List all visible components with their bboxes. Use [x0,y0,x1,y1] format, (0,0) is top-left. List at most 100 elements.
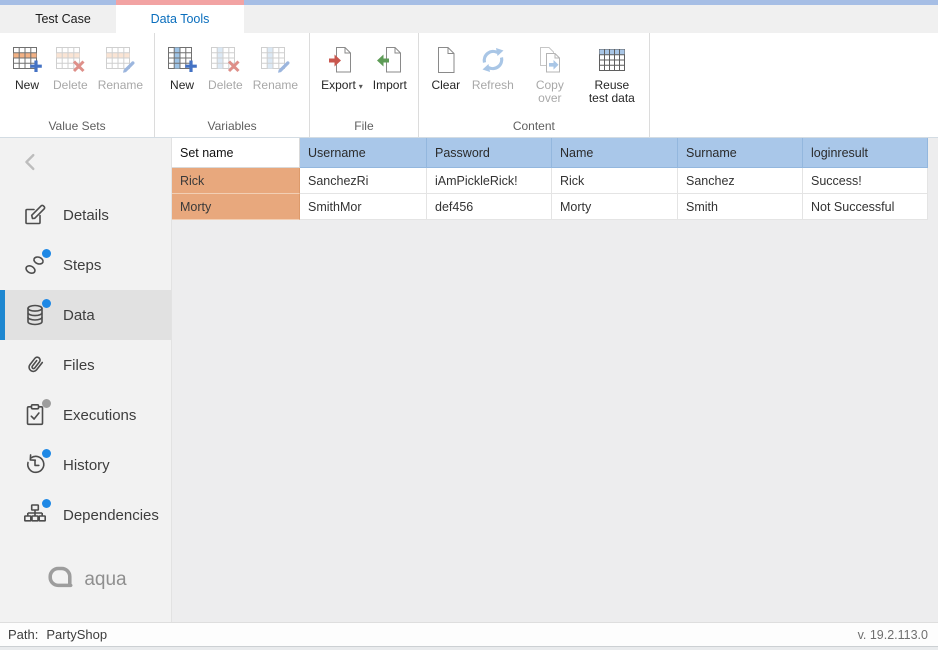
file-import-button[interactable]: Import [368,42,412,92]
sidebar-item-dependencies[interactable]: Dependencies [0,490,171,540]
variable-rename-icon [259,44,291,76]
column-header-surname[interactable]: Surname [678,138,803,168]
table-delete-icon [54,44,86,76]
table-cell[interactable]: Smith [678,194,803,220]
variables-rename-button: Rename [248,42,303,92]
ribbon: New Delete Rename Value Sets New Delete Rename… [0,33,938,138]
version-label: v. 19.2.113.0 [858,628,928,642]
variables-new-button[interactable]: New [161,42,203,92]
sidebar-item-label: History [63,457,110,474]
active-tab-accent [116,0,244,5]
ribbon-button-label: Rename [98,79,143,92]
table-cell[interactable]: Success! [803,168,928,194]
app-window: Test CaseData Tools New Delete Rename Value… [0,0,938,650]
sidebar: DetailsStepsData Files Executions History De… [0,138,172,622]
sidebar-item-executions[interactable]: Executions [0,390,171,440]
set-name-cell[interactable]: Rick [172,168,300,194]
sidebar-item-label: Dependencies [63,507,159,524]
ribbon-group-value-sets: New Delete Rename Value Sets [0,33,155,137]
clear-icon [430,44,462,76]
variables-delete-button: Delete [203,42,248,92]
column-header-name[interactable]: Name [552,138,678,168]
ribbon-group-content: Clear Refresh Copy overReuse test data Cont… [419,33,650,137]
value-sets-new-button[interactable]: New [6,42,48,92]
ribbon-group-file: Export▾ Import File [310,33,419,137]
ribbon-group-label: File [310,119,418,133]
content-clear-button[interactable]: Clear [425,42,467,92]
sidebar-item-data[interactable]: Data [0,290,171,340]
aqua-logo: aqua [0,563,171,596]
table-cell[interactable]: Not Successful [803,194,928,220]
tab-bar: Test CaseData Tools [0,5,938,33]
collapse-sidebar-button[interactable] [20,151,42,178]
table-rename-icon [104,44,136,76]
data-table: Set nameUsernamePasswordNameSurnamelogin… [172,138,928,220]
notification-badge [42,299,51,308]
export-icon [326,44,358,76]
ribbon-group-label: Value Sets [0,119,154,133]
ribbon-group-variables: New Delete Rename Variables [155,33,310,137]
aqua-logo-text: aqua [84,569,126,591]
path-breadcrumb: Path: PartyShop [8,627,107,642]
column-header-username[interactable]: Username [300,138,427,168]
table-cell[interactable]: SanchezRi [300,168,427,194]
copy-over-icon [534,44,566,76]
column-header-password[interactable]: Password [427,138,552,168]
ribbon-button-label: New [170,79,194,92]
ribbon-button-label: Rename [253,79,298,92]
sidebar-nav: DetailsStepsData Files Executions History De… [0,190,171,540]
sidebar-item-label: Files [63,357,95,374]
ribbon-group-label: Content [419,119,649,133]
path-value: PartyShop [46,627,107,642]
content-copy-over-button: Copy over [519,42,581,105]
tab-data-tools[interactable]: Data Tools [116,5,244,33]
set-name-cell[interactable]: Morty [172,194,300,220]
dropdown-caret-icon: ▾ [359,82,363,91]
notification-badge [42,499,51,508]
notification-badge [42,449,51,458]
sidebar-item-history[interactable]: History [0,440,171,490]
ribbon-button-label: Clear [431,79,460,92]
table-cell[interactable]: Rick [552,168,678,194]
file-export-button[interactable]: Export▾ [316,42,368,93]
hierarchy-icon [22,502,48,528]
ribbon-button-label: Copy over [524,79,576,105]
variable-new-icon [166,44,198,76]
main-panel: Set nameUsernamePasswordNameSurnamelogin… [172,138,938,622]
table-row: MortySmithMordef456MortySmithNot Success… [172,194,928,220]
bottom-strip [0,646,938,650]
ribbon-group-label: Variables [155,119,309,133]
table-cell[interactable]: def456 [427,194,552,220]
table-header-row: Set nameUsernamePasswordNameSurnamelogin… [172,138,928,168]
tab-test-case[interactable]: Test Case [10,5,116,33]
top-accent-strip [0,0,938,5]
column-header-loginresult[interactable]: loginresult [803,138,928,168]
content-reuse-test-data-button[interactable]: Reuse test data [581,42,643,105]
ribbon-button-label: Import [373,79,407,92]
chevron-left-icon [20,151,42,173]
history-icon [22,452,48,478]
database-icon [22,302,48,328]
sidebar-item-steps[interactable]: Steps [0,240,171,290]
table-cell[interactable]: SmithMor [300,194,427,220]
import-icon [374,44,406,76]
ribbon-button-label: Refresh [472,79,514,92]
ribbon-button-label: Delete [53,79,88,92]
column-header-set-name[interactable]: Set name [172,138,300,168]
sidebar-item-files[interactable]: Files [0,340,171,390]
variable-delete-icon [209,44,241,76]
path-label: Path: [8,627,38,642]
table-row: RickSanchezRiiAmPickleRick!RickSanchezSu… [172,168,928,194]
table-cell[interactable]: iAmPickleRick! [427,168,552,194]
aqua-logo-icon [44,563,76,596]
notification-badge [42,249,51,258]
paperclip-icon [22,352,48,378]
table-cell[interactable]: Morty [552,194,678,220]
edit-icon [22,202,48,228]
table-new-icon [11,44,43,76]
value-sets-rename-button: Rename [93,42,148,92]
table-cell[interactable]: Sanchez [678,168,803,194]
sidebar-item-details[interactable]: Details [0,190,171,240]
value-sets-delete-button: Delete [48,42,93,92]
status-bar: Path: PartyShop v. 19.2.113.0 [0,622,938,646]
